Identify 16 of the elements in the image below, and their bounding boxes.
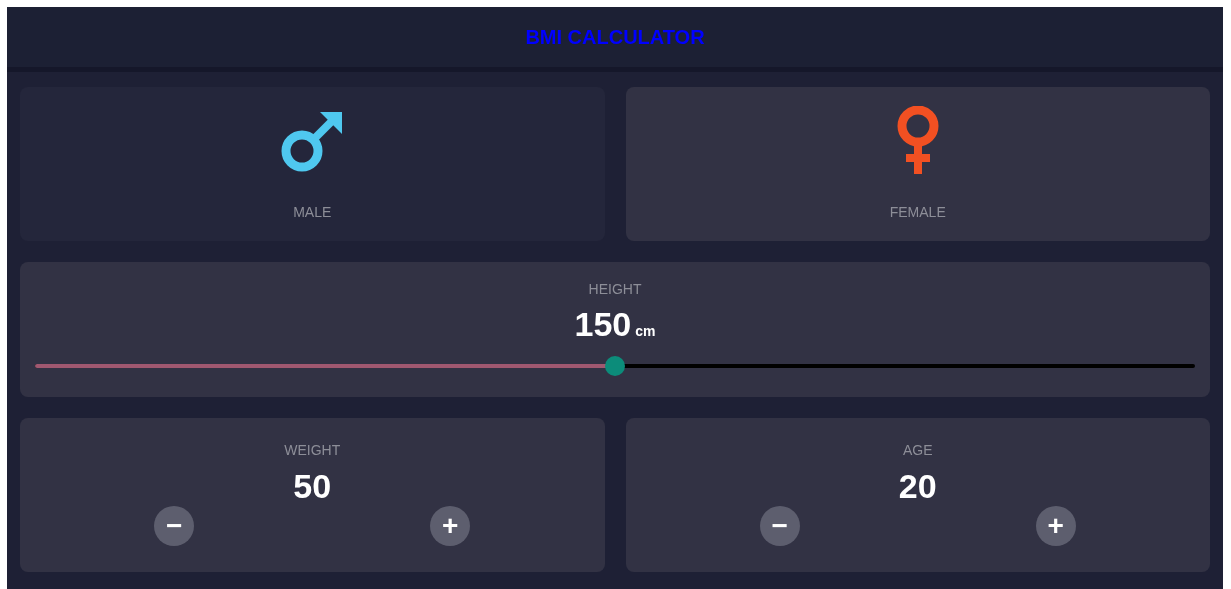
height-unit: cm bbox=[635, 322, 656, 341]
gender-card[interactable]: FEMALE bbox=[625, 87, 1210, 241]
counter-value: 50 bbox=[293, 466, 332, 506]
counter-label: AGE bbox=[902, 441, 933, 460]
decrement-button[interactable]: − bbox=[759, 506, 800, 546]
decrement-button[interactable]: − bbox=[154, 506, 195, 546]
counter-label: WEIGHT bbox=[284, 441, 341, 460]
counter-value: 20 bbox=[898, 466, 937, 506]
height-value: 150 bbox=[574, 304, 632, 344]
gender-card[interactable]: MALE bbox=[20, 87, 605, 241]
increment-button[interactable]: + bbox=[430, 506, 471, 546]
app-title: BMI CALCULATOR bbox=[525, 25, 705, 50]
increment-button[interactable]: + bbox=[1035, 506, 1076, 546]
height-label: HEIGHT bbox=[588, 280, 642, 299]
height-slider[interactable] bbox=[35, 356, 1195, 376]
slider-thumb[interactable] bbox=[605, 356, 625, 376]
